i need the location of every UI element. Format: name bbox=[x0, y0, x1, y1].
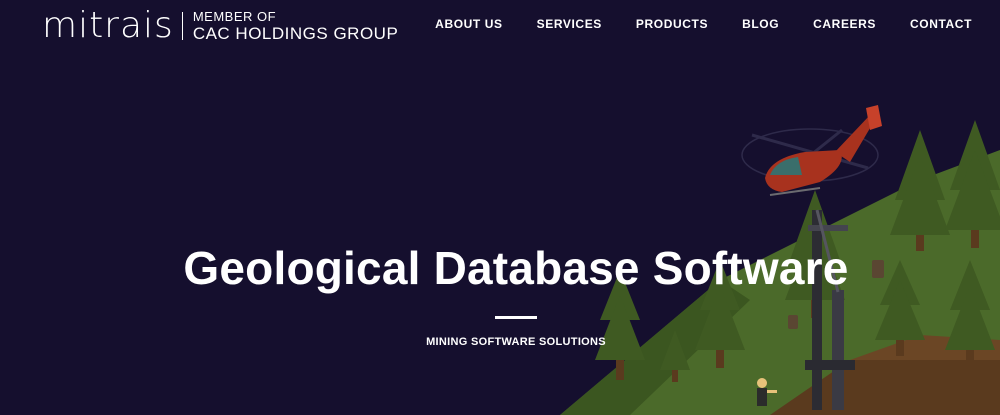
hero-subtitle: MINING SOFTWARE SOLUTIONS bbox=[426, 336, 606, 348]
logo-wordmark: mitrais bbox=[42, 5, 174, 46]
nav-about-us[interactable]: ABOUT US bbox=[435, 17, 502, 31]
nav-contact[interactable]: CONTACT bbox=[910, 17, 972, 31]
nav-services[interactable]: SERVICES bbox=[537, 17, 602, 31]
hero-title: Geological Database Software bbox=[183, 242, 849, 294]
logo-divider bbox=[181, 12, 183, 40]
site-header: mitrais MEMBER OF CAC HOLDINGS GROUP ABO… bbox=[0, 0, 1000, 52]
main-nav: ABOUT US SERVICES PRODUCTS BLOG CAREERS … bbox=[435, 17, 972, 31]
logo-tagline: MEMBER OF CAC HOLDINGS GROUP bbox=[193, 9, 398, 43]
nav-blog[interactable]: BLOG bbox=[742, 17, 779, 31]
logo-tagline-line2: CAC HOLDINGS GROUP bbox=[192, 24, 399, 43]
hero-section: Geological Database Software MINING SOFT… bbox=[0, 240, 1000, 348]
hero-illustration bbox=[560, 105, 1000, 415]
logo-tagline-line1: MEMBER OF bbox=[192, 9, 277, 24]
helicopter bbox=[741, 105, 882, 196]
hero-divider bbox=[495, 316, 537, 319]
nav-products[interactable]: PRODUCTS bbox=[636, 17, 708, 31]
nav-careers[interactable]: CAREERS bbox=[813, 17, 876, 31]
mitrais-logo[interactable]: mitrais MEMBER OF CAC HOLDINGS GROUP bbox=[42, 5, 398, 46]
